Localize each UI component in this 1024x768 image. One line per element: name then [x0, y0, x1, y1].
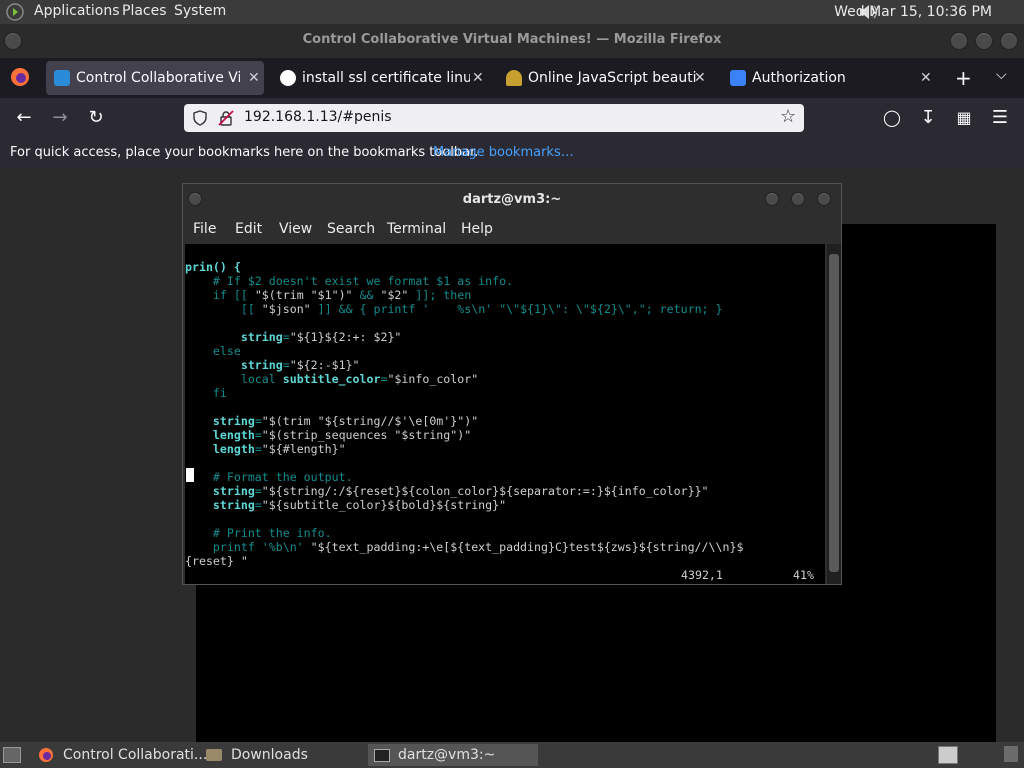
terminal-window: dartz@vm3:~ File Edit View Search Termin… — [182, 183, 842, 585]
close-window-button[interactable] — [1000, 32, 1018, 50]
window-title: Control Collaborative Virtual Machines! … — [302, 32, 722, 47]
tab-label: install ssl certificate linux - G — [302, 70, 470, 86]
menu-edit[interactable]: Edit — [235, 221, 262, 237]
firefox-menu-icon[interactable] — [10, 67, 30, 87]
trash-icon[interactable] — [1004, 746, 1018, 762]
tab-label: Online JavaScript beautifier — [528, 70, 696, 86]
tab-label: Authorization — [752, 70, 846, 86]
clock[interactable]: Wed Mar 15, 10:36 PM — [834, 4, 992, 20]
shield-icon[interactable] — [192, 110, 208, 126]
menu-view[interactable]: View — [279, 221, 312, 237]
workspace-switcher-icon[interactable] — [938, 746, 958, 764]
bookmark-star-icon[interactable]: ☆ — [780, 106, 796, 127]
menu-terminal[interactable]: Terminal — [387, 221, 446, 237]
extensions-icon[interactable]: ▦ — [952, 106, 976, 130]
app-menu-icon[interactable]: ☰ — [988, 106, 1012, 130]
forward-icon[interactable]: → — [48, 106, 72, 130]
pocket-icon[interactable]: ◯ — [880, 106, 904, 130]
terminal-menubar: File Edit View Search Terminal Help — [183, 216, 841, 244]
list-tabs-icon[interactable]: ⌵ — [996, 67, 1007, 83]
downloads-icon[interactable]: ↧ — [916, 106, 940, 130]
show-desktop-icon[interactable] — [3, 747, 21, 763]
tab-install-ssl[interactable]: install ssl certificate linux - G ✕ — [272, 61, 490, 95]
close-tab-icon[interactable]: ✕ — [694, 61, 706, 95]
vim-status-percent: 41% — [793, 568, 814, 582]
menu-search[interactable]: Search — [327, 221, 375, 237]
manage-bookmarks-link[interactable]: Manage bookmarks… — [433, 138, 574, 168]
terminal-close-button[interactable] — [817, 192, 831, 206]
terminal-scrollbar[interactable] — [827, 244, 841, 584]
system-menu[interactable]: System — [174, 3, 226, 19]
close-tab-icon[interactable]: ✕ — [248, 61, 260, 95]
reload-icon[interactable]: ↻ — [84, 106, 108, 130]
auth-icon — [730, 70, 746, 86]
bookmarks-prompt: For quick access, place your bookmarks h… — [10, 145, 479, 160]
terminal-icon — [374, 749, 390, 762]
tab-control-collaborative[interactable]: Control Collaborative Virtual ✕ — [46, 61, 264, 95]
places-menu[interactable]: Places — [122, 3, 167, 19]
insecure-lock-icon[interactable] — [218, 110, 234, 126]
beautifier-icon — [506, 70, 522, 86]
applications-menu[interactable]: Applications — [34, 3, 120, 19]
monitor-icon — [54, 70, 70, 86]
close-tab-icon[interactable]: ✕ — [472, 61, 484, 95]
distro-logo-icon[interactable] — [6, 3, 24, 21]
menu-help[interactable]: Help — [461, 221, 493, 237]
firefox-icon — [39, 748, 53, 762]
back-icon[interactable]: ← — [12, 106, 36, 130]
task-label: Downloads — [231, 747, 308, 763]
close-tab-icon[interactable]: ✕ — [920, 61, 932, 95]
url-input[interactable]: 192.168.1.13/#penis — [244, 109, 392, 125]
text-cursor — [186, 468, 194, 482]
google-icon — [280, 70, 296, 86]
firefox-titlebar: Control Collaborative Virtual Machines! … — [0, 24, 1024, 58]
url-bar[interactable]: 192.168.1.13/#penis ☆ — [184, 104, 804, 132]
bottom-panel: Control Collaborati... Downloads dartz@v… — [0, 742, 1024, 768]
tab-bar: Control Collaborative Virtual ✕ install … — [0, 58, 1024, 98]
bookmarks-toolbar: For quick access, place your bookmarks h… — [0, 138, 1024, 168]
task-terminal[interactable]: dartz@vm3:~ — [368, 744, 538, 766]
maximize-button[interactable] — [975, 32, 993, 50]
window-menu-button[interactable] — [4, 32, 22, 50]
folder-icon — [206, 749, 222, 761]
minimize-button[interactable] — [950, 32, 968, 50]
terminal-output[interactable]: prin() { # If $2 doesn't exist we format… — [185, 244, 825, 584]
tab-label: Control Collaborative Virtual — [76, 70, 240, 86]
terminal-maximize-button[interactable] — [791, 192, 805, 206]
terminal-minimize-button[interactable] — [765, 192, 779, 206]
task-label: Control Collaborati... — [63, 747, 208, 763]
tab-authorization[interactable]: Authorization ✕ — [722, 61, 940, 95]
top-panel: Applications Places System Wed Mar 15, 1… — [0, 0, 1024, 24]
menu-file[interactable]: File — [193, 221, 216, 237]
scrollbar-thumb[interactable] — [829, 254, 839, 572]
task-label: dartz@vm3:~ — [398, 747, 496, 763]
vim-status-position: 4392,1 — [681, 568, 723, 582]
terminal-title: dartz@vm3:~ — [462, 192, 562, 207]
tab-js-beautifier[interactable]: Online JavaScript beautifier ✕ — [498, 61, 716, 95]
new-tab-icon[interactable]: + — [955, 66, 972, 90]
